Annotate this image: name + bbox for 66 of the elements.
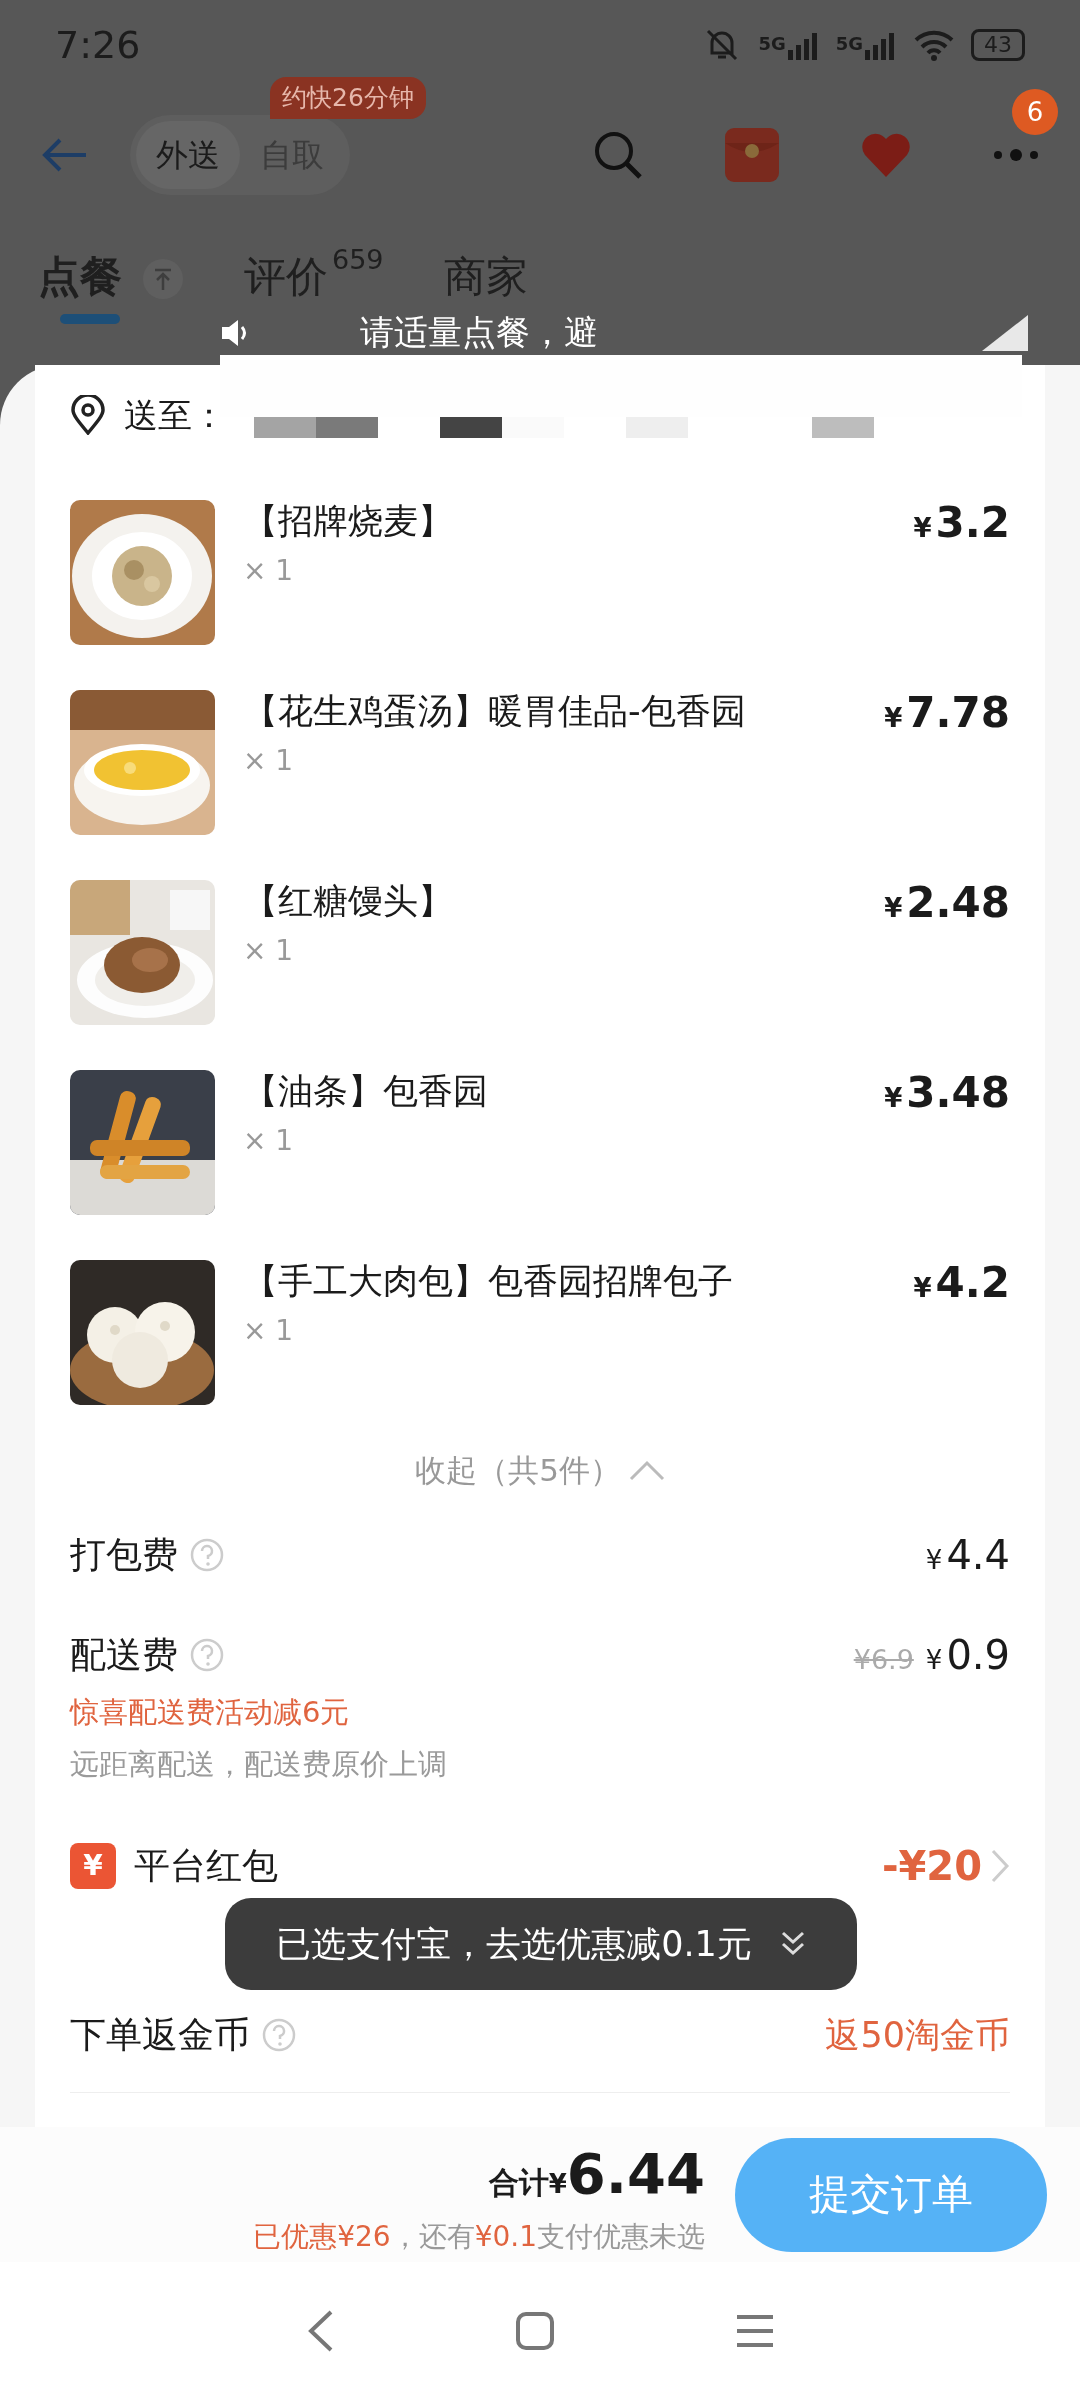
notification-badge: 6 bbox=[1012, 89, 1058, 135]
fee-label: 打包费 bbox=[70, 1533, 178, 1577]
promo-text: 惊喜配送费活动减6元 bbox=[70, 1694, 351, 1731]
item-price: ¥2.48 bbox=[884, 880, 1010, 929]
signal-icon bbox=[863, 30, 897, 60]
collapse-toggle[interactable]: 收起（共5件） bbox=[409, 1445, 671, 1495]
savings-text: 已优惠¥26，还有¥0.1支付优惠未选 bbox=[253, 2218, 705, 2255]
item-price: ¥7.78 bbox=[884, 690, 1010, 739]
help-icon[interactable] bbox=[190, 1538, 224, 1572]
help-icon[interactable] bbox=[190, 1638, 224, 1672]
note-text: 远距离配送，配送费原价上调 bbox=[70, 1745, 448, 1783]
wifi-icon bbox=[913, 29, 955, 61]
mode-tab[interactable]: 外送 bbox=[136, 121, 240, 189]
review-count: 659 bbox=[332, 242, 384, 277]
coins-label: 下单返金币 bbox=[70, 2013, 250, 2057]
coins-value: 返50淘金币 bbox=[825, 2013, 1010, 2057]
battery-indicator: 43 bbox=[971, 29, 1025, 61]
tab-indicator bbox=[60, 314, 120, 324]
fee-price: ¥4.4 bbox=[925, 1531, 1010, 1580]
submit-order-button[interactable]: 提交订单 bbox=[735, 2137, 1047, 2252]
fee-price: ¥0.9 bbox=[925, 1631, 1010, 1680]
item-name: 【招牌烧麦】 bbox=[243, 500, 453, 542]
signal-corner-icon bbox=[980, 312, 1030, 353]
toast[interactable]: 已选支付宝，去选优惠减0.1元 bbox=[225, 1898, 857, 1990]
item-name: 【花生鸡蛋汤】暖胃佳品-包香园 bbox=[243, 690, 746, 732]
item-quantity: × 1 bbox=[243, 1313, 295, 1349]
original-price: ¥6.9 bbox=[853, 1643, 914, 1677]
home-nav-icon[interactable] bbox=[515, 2311, 555, 2351]
chevron-up-icon bbox=[628, 1459, 665, 1481]
item-quantity: × 1 bbox=[243, 1123, 295, 1159]
item-quantity: × 1 bbox=[243, 553, 295, 589]
location-pin-icon bbox=[70, 395, 106, 435]
coupon-label: 平台红包 bbox=[134, 1844, 278, 1888]
eta-badge: 约快26分钟 bbox=[270, 77, 426, 119]
tab[interactable]: 商家 bbox=[443, 253, 528, 300]
tab[interactable]: 点餐 bbox=[38, 253, 122, 300]
menu-nav-icon[interactable] bbox=[735, 2313, 775, 2349]
envelope-icon[interactable] bbox=[724, 127, 780, 183]
toast-text: 已选支付宝，去选优惠减0.1元 bbox=[276, 1922, 752, 1966]
item-quantity: × 1 bbox=[243, 933, 295, 969]
search-icon[interactable] bbox=[592, 129, 644, 181]
item-quantity: × 1 bbox=[243, 743, 295, 779]
double-chevron-icon bbox=[779, 1930, 806, 1958]
help-icon[interactable] bbox=[262, 2018, 296, 2052]
item-price: ¥3.2 bbox=[913, 500, 1010, 549]
address-label: 送至： bbox=[124, 393, 226, 437]
notice-text: 请适量点餐，避 bbox=[360, 311, 598, 354]
currency-sign: ¥ bbox=[548, 2168, 567, 2201]
coupon-icon: ¥ bbox=[70, 1843, 116, 1889]
item-name: 【油条】包香园 bbox=[243, 1070, 488, 1112]
item-price: ¥4.2 bbox=[913, 1260, 1010, 1309]
network-label: 5G bbox=[835, 32, 863, 56]
total-label: 合计 bbox=[488, 2163, 549, 2202]
network-label: 5G bbox=[758, 32, 786, 56]
item-name: 【手工大肉包】包香园招牌包子 bbox=[243, 1260, 733, 1302]
signal-icon bbox=[785, 30, 820, 60]
coupon-value[interactable]: -¥20 bbox=[881, 1836, 1010, 1896]
heart-icon[interactable] bbox=[860, 131, 912, 179]
tab[interactable]: 评价 bbox=[244, 253, 328, 300]
item-name: 【红糖馒头】 bbox=[243, 880, 453, 922]
clock-time: 7:26 bbox=[55, 21, 141, 69]
total-amount: 6.44 bbox=[566, 2139, 705, 2208]
chevron-right-icon bbox=[990, 1848, 1010, 1884]
pin-top-icon[interactable] bbox=[142, 258, 184, 300]
fee-label: 配送费 bbox=[70, 1633, 178, 1677]
item-price: ¥3.48 bbox=[884, 1070, 1010, 1119]
